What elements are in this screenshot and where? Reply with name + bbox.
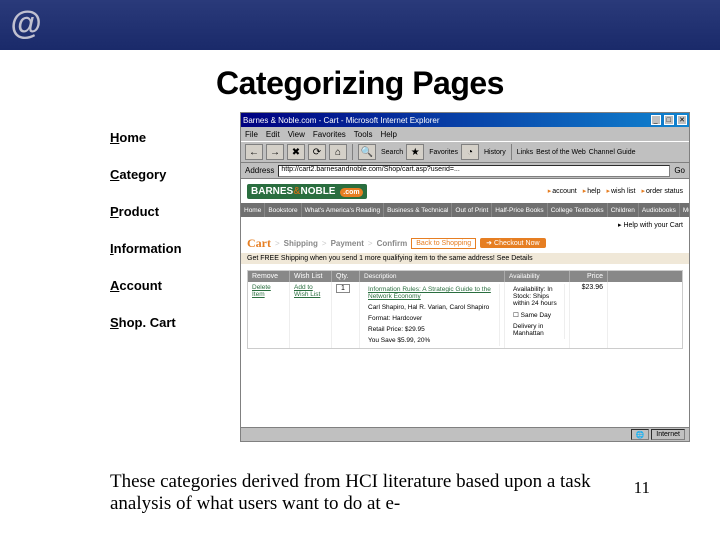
bn-logo[interactable]: BARNES&NOBLE bbox=[247, 184, 367, 199]
link-best-of-web[interactable]: Best of the Web bbox=[536, 149, 586, 156]
nav-audiobooks[interactable]: Audiobooks bbox=[639, 203, 679, 217]
category-home: Home bbox=[110, 130, 182, 145]
menu-file[interactable]: File bbox=[245, 130, 258, 139]
link-order-status[interactable]: order status bbox=[642, 187, 683, 195]
item-title[interactable]: Information Rules: A Strategic Guide to … bbox=[364, 284, 500, 302]
menu-view[interactable]: View bbox=[288, 130, 305, 139]
nav-home[interactable]: Home bbox=[241, 203, 264, 217]
link-channel-guide[interactable]: Channel Guide bbox=[589, 149, 636, 156]
nav-americas-reading[interactable]: What's America's Reading bbox=[302, 203, 383, 217]
category-list: Home Category Product Information Accoun… bbox=[110, 130, 182, 352]
toolbar-favorites-label: Favorites bbox=[429, 149, 458, 156]
status-zone: Internet bbox=[651, 429, 685, 440]
status-bar: 🌐 Internet bbox=[241, 427, 689, 441]
category-product: Product bbox=[110, 204, 182, 219]
item-savings: You Save $5.99, 20% bbox=[364, 335, 500, 346]
item-availability: Availability: In Stock: Ships within 24 … bbox=[505, 282, 570, 348]
toolbar-history-label: History bbox=[484, 149, 506, 156]
nav-bookstore[interactable]: Bookstore bbox=[265, 203, 300, 217]
crumb-payment: Payment bbox=[331, 239, 364, 248]
slide-number: 11 bbox=[634, 478, 650, 498]
cart-row: Delete Item Add to Wish List 1 Informati… bbox=[248, 282, 682, 348]
crumb-shipping: Shipping bbox=[284, 239, 318, 248]
window-titlebar: Barnes & Noble.com - Cart - Microsoft In… bbox=[241, 113, 689, 127]
cart-table: Remove Wish List Qty. Description Availa… bbox=[247, 270, 683, 349]
help-with-cart-link[interactable]: ▸ Help with your Cart bbox=[241, 217, 689, 233]
account-links: account help wish list order status bbox=[548, 187, 683, 195]
checkout-now-button[interactable]: Checkout Now bbox=[480, 238, 545, 248]
toolbar-search-label: Search bbox=[381, 149, 403, 156]
item-format: Format: Hardcover bbox=[364, 313, 500, 324]
refresh-icon[interactable]: ⟳ bbox=[308, 144, 326, 160]
menu-help[interactable]: Help bbox=[380, 130, 396, 139]
bn-nav: Home Bookstore What's America's Reading … bbox=[241, 203, 689, 217]
checkout-breadcrumb: Cart > Shipping > Payment > Confirm Back… bbox=[241, 233, 689, 253]
col-avail: Availability bbox=[505, 271, 570, 282]
back-icon[interactable]: ← bbox=[245, 144, 263, 160]
menu-edit[interactable]: Edit bbox=[266, 130, 280, 139]
item-description: Information Rules: A Strategic Guide to … bbox=[360, 282, 505, 348]
address-bar: Address http://cart2.barnesandnoble.com/… bbox=[241, 163, 689, 179]
page-content: BARNES&NOBLE account help wish list orde… bbox=[241, 179, 689, 427]
nav-half-price[interactable]: Half-Price Books bbox=[492, 203, 546, 217]
qty-input[interactable]: 1 bbox=[336, 284, 350, 293]
close-icon[interactable]: ✕ bbox=[677, 115, 687, 125]
links-label: Links bbox=[517, 149, 533, 156]
cart-table-header: Remove Wish List Qty. Description Availa… bbox=[248, 271, 682, 282]
favorites-icon[interactable]: ★ bbox=[406, 144, 424, 160]
globe-icon: 🌐 bbox=[631, 429, 650, 440]
go-button[interactable]: Go bbox=[674, 166, 685, 175]
category-category: Category bbox=[110, 167, 182, 182]
nav-out-of-print[interactable]: Out of Print bbox=[452, 203, 491, 217]
slide-title: Categorizing Pages bbox=[0, 65, 720, 102]
at-symbol-decoration: @ bbox=[10, 5, 41, 42]
link-help[interactable]: help bbox=[583, 187, 601, 195]
slide-footer-note: These categories derived from HCI litera… bbox=[110, 471, 650, 515]
crumb-cart: Cart bbox=[247, 236, 271, 251]
search-icon[interactable]: 🔍 bbox=[358, 144, 376, 160]
col-price: Price bbox=[570, 271, 608, 282]
add-wish-list-link[interactable]: Add to Wish List bbox=[294, 284, 320, 298]
category-information: Information bbox=[110, 241, 182, 256]
menu-bar: File Edit View Favorites Tools Help bbox=[241, 127, 689, 141]
nav-college-textbooks[interactable]: College Textbooks bbox=[548, 203, 607, 217]
maximize-icon[interactable]: □ bbox=[664, 115, 674, 125]
category-shop-cart: Shop. Cart bbox=[110, 315, 182, 330]
nav-business-technical[interactable]: Business & Technical bbox=[384, 203, 451, 217]
item-retail-price: Retail Price: $29.95 bbox=[364, 324, 500, 335]
col-wish: Wish List bbox=[290, 271, 332, 282]
col-desc: Description bbox=[360, 271, 505, 282]
forward-icon[interactable]: → bbox=[266, 144, 284, 160]
same-day-checkbox[interactable]: ☐ Same Day bbox=[509, 309, 565, 321]
browser-window: Barnes & Noble.com - Cart - Microsoft In… bbox=[240, 112, 690, 442]
address-input[interactable]: http://cart2.barnesandnoble.com/Shop/car… bbox=[278, 165, 670, 177]
history-icon[interactable]: ◔ bbox=[461, 144, 479, 160]
home-icon[interactable]: ⌂ bbox=[329, 144, 347, 160]
back-to-shopping-button[interactable]: Back to Shopping bbox=[411, 238, 476, 249]
item-author: Carl Shapiro, Hal R. Varian, Carol Shapi… bbox=[364, 302, 500, 313]
link-account[interactable]: account bbox=[548, 187, 577, 195]
bn-header: BARNES&NOBLE account help wish list orde… bbox=[241, 179, 689, 203]
nav-music[interactable]: Music bbox=[680, 203, 689, 217]
category-account: Account bbox=[110, 278, 182, 293]
slide-header-bar: @ bbox=[0, 0, 720, 50]
free-shipping-banner: Get FREE Shipping when you send 1 more q… bbox=[241, 253, 689, 264]
menu-favorites[interactable]: Favorites bbox=[313, 130, 346, 139]
delete-item-link[interactable]: Delete Item bbox=[252, 284, 271, 298]
link-wish-list[interactable]: wish list bbox=[606, 187, 635, 195]
crumb-confirm: Confirm bbox=[377, 239, 408, 248]
window-title: Barnes & Noble.com - Cart - Microsoft In… bbox=[243, 116, 440, 125]
address-label: Address bbox=[245, 166, 274, 175]
minimize-icon[interactable]: _ bbox=[651, 115, 661, 125]
col-qty: Qty. bbox=[332, 271, 360, 282]
menu-tools[interactable]: Tools bbox=[354, 130, 373, 139]
col-remove: Remove bbox=[248, 271, 290, 282]
nav-children[interactable]: Children bbox=[608, 203, 638, 217]
toolbar: ← → ✖ ⟳ ⌂ 🔍 Search ★ Favorites ◔ History… bbox=[241, 141, 689, 163]
item-price: $23.96 bbox=[570, 282, 608, 348]
stop-icon[interactable]: ✖ bbox=[287, 144, 305, 160]
